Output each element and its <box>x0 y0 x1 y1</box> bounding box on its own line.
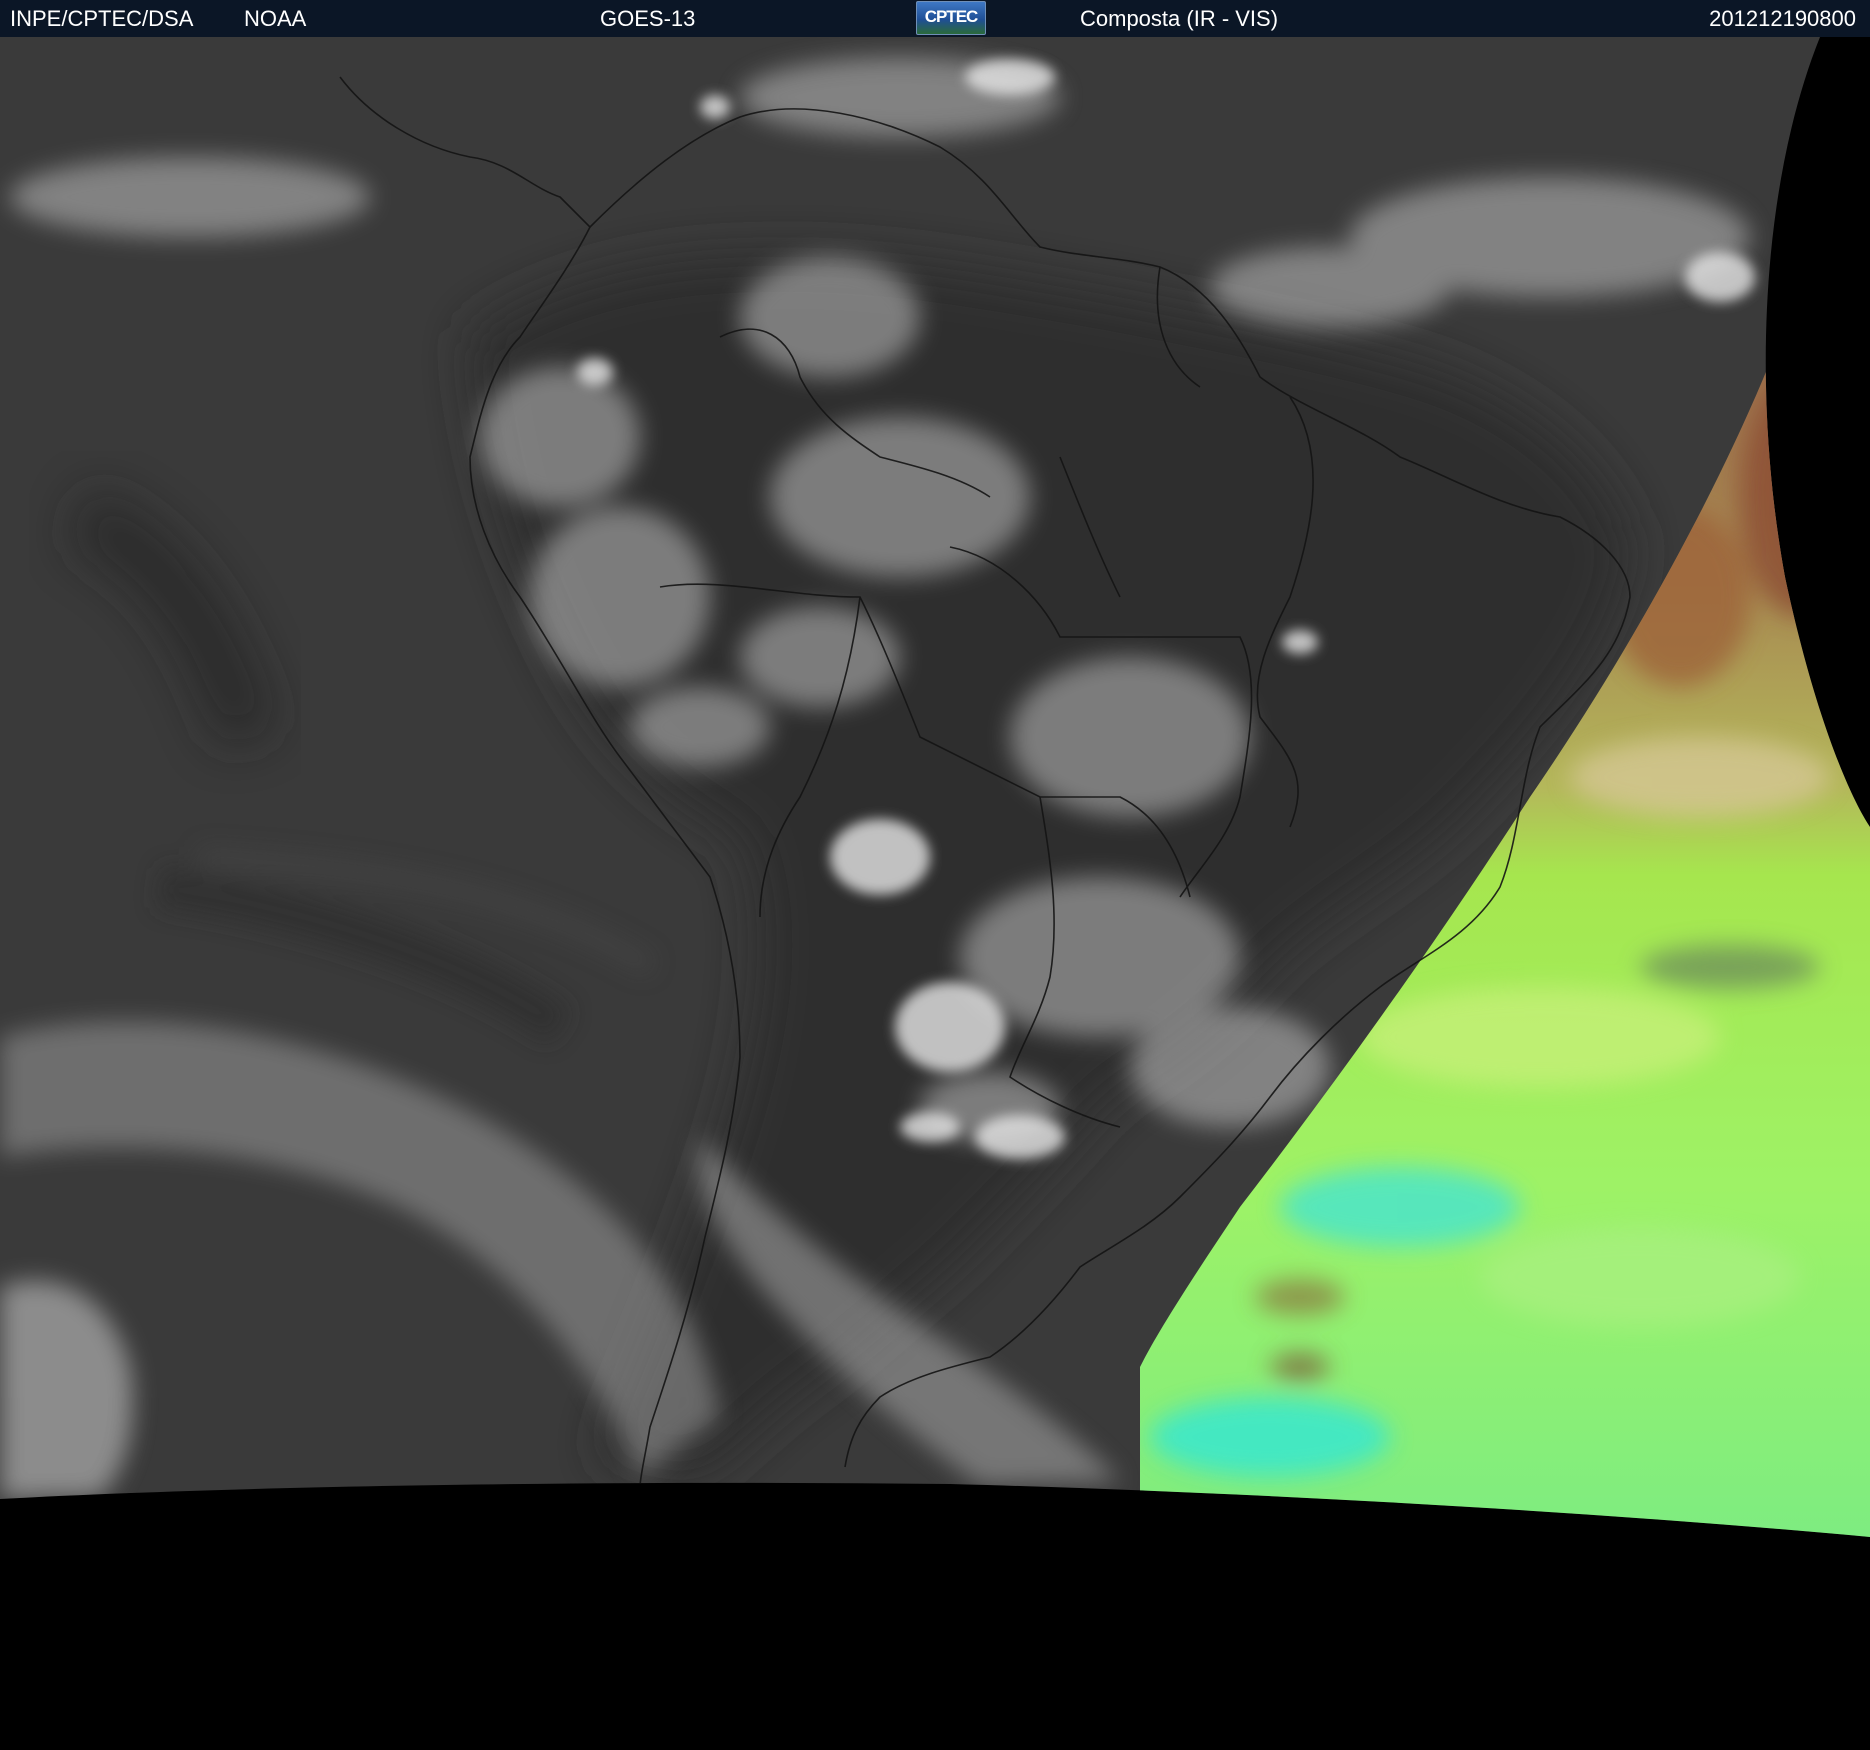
cptec-logo: CPTEC <box>916 1 986 35</box>
header-bar: INPE/CPTEC/DSA NOAA GOES-13 CPTEC Compos… <box>0 0 1870 37</box>
source-label: NOAA <box>244 6 307 31</box>
product-label: Composta (IR - VIS) <box>1080 6 1279 31</box>
agency-label: INPE/CPTEC/DSA <box>10 6 194 31</box>
logo-text: CPTEC <box>924 7 979 26</box>
satellite-image <box>0 37 1870 1750</box>
timestamp-label: 201212190800 <box>1709 6 1856 31</box>
satellite-label: GOES-13 <box>600 6 696 31</box>
